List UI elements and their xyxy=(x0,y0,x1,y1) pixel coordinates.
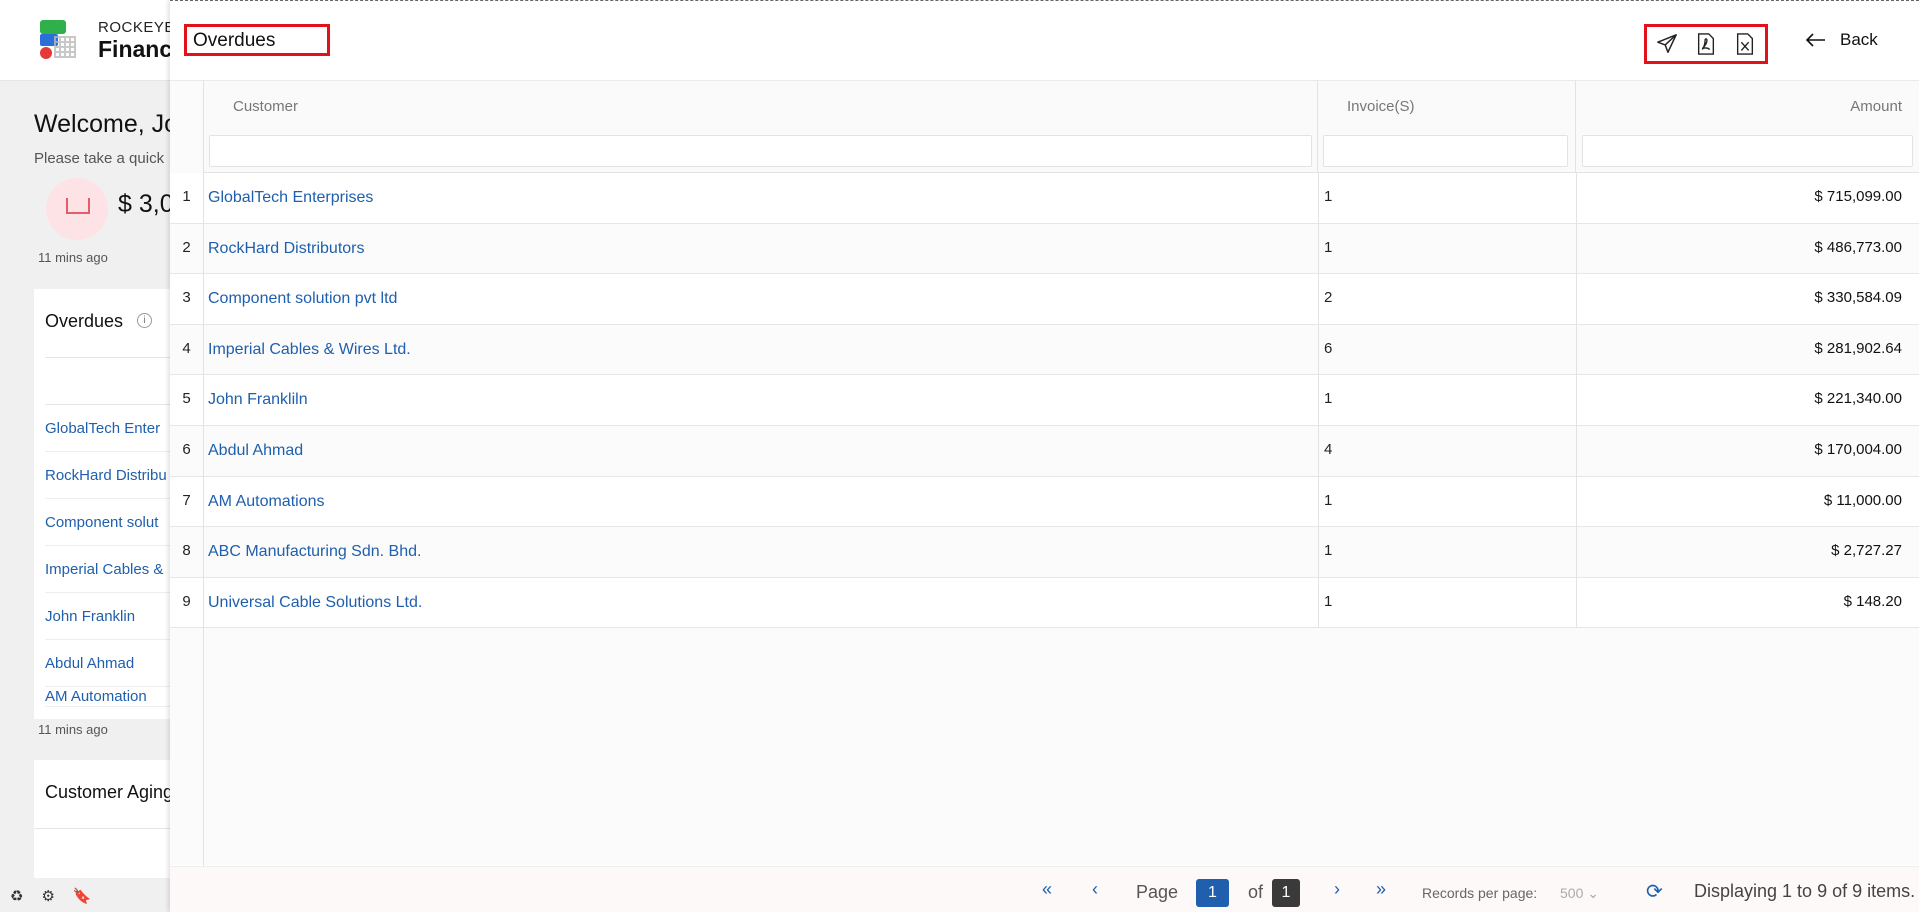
welcome-subtitle: Please take a quick xyxy=(34,150,165,167)
amount-value: $ 281,902.64 xyxy=(1814,339,1902,357)
amount-value: $ 221,340.00 xyxy=(1814,390,1902,408)
row-number: 3 xyxy=(170,274,204,324)
table-row: 8 ABC Manufacturing Sdn. Bhd. 1 $ 2,727.27 xyxy=(170,527,1919,578)
table-row: 1 GlobalTech Enterprises 1 $ 715,099.00 xyxy=(170,173,1919,224)
invoice-count: 1 xyxy=(1324,188,1333,205)
customer-link[interactable]: Imperial Cables & Wires Ltd. xyxy=(208,325,411,375)
row-number: 9 xyxy=(170,577,204,628)
grid-body: 1 GlobalTech Enterprises 1 $ 715,099.00 2 Ro… xyxy=(170,173,1919,629)
amount-value: $ 486,773.00 xyxy=(1814,238,1902,256)
invoice-count: 1 xyxy=(1324,491,1333,509)
table-row: 2 RockHard Distributors 1 $ 486,773.00 xyxy=(170,223,1919,275)
bookmark-icon[interactable]: 🔖 xyxy=(73,887,92,905)
last-page-icon[interactable]: » xyxy=(1376,879,1386,900)
invoice-count: 6 xyxy=(1324,339,1333,357)
invoice-count: 1 xyxy=(1324,542,1333,560)
page-label: Page xyxy=(1136,882,1179,902)
summary-amount: $ 3,0 xyxy=(118,190,174,218)
recycle-icon[interactable]: ♻ xyxy=(10,887,23,905)
amount-value: $ 11,000.00 xyxy=(1823,491,1902,509)
customer-link[interactable]: Component solution pvt ltd xyxy=(208,274,397,324)
bottom-toolbar: ♻ ⚙ 🔖 xyxy=(10,887,92,905)
customer-link[interactable]: RockHard Distributors xyxy=(208,224,364,274)
amount-value: $ 2,727.27 xyxy=(1831,542,1902,560)
column-customer-label: Customer xyxy=(233,98,299,115)
prev-page-icon[interactable]: ‹ xyxy=(1092,879,1098,900)
refresh-icon[interactable]: ⟳ xyxy=(1646,879,1663,904)
display-summary: Displaying 1 to 9 of 9 items. xyxy=(1694,881,1916,901)
overdues-card-title: Overdues xyxy=(45,311,124,331)
table-row: 5 John Frankliln 1 $ 221,340.00 xyxy=(170,375,1919,426)
app-logo xyxy=(38,20,78,60)
row-number: 7 xyxy=(170,476,204,527)
column-customer[interactable]: Customer xyxy=(204,81,1318,173)
row-number: 2 xyxy=(170,223,204,274)
of-label: of xyxy=(1248,882,1264,902)
row-number: 8 xyxy=(170,527,204,577)
customer-link[interactable]: ABC Manufacturing Sdn. Bhd. xyxy=(208,527,421,577)
column-invoices[interactable]: Invoice(S) xyxy=(1318,81,1576,173)
total-pages: 1 xyxy=(1272,879,1300,907)
invoices-filter-input[interactable] xyxy=(1323,135,1568,167)
customer-link[interactable]: John Frankliln xyxy=(208,375,308,425)
updated-time: 11 mins ago xyxy=(38,250,108,265)
amount-value: $ 148.20 xyxy=(1843,592,1902,610)
amount-value: $ 330,584.09 xyxy=(1814,289,1902,307)
row-number: 5 xyxy=(170,375,204,425)
arrow-left-icon xyxy=(1806,33,1825,47)
amount-value: $ 170,004.00 xyxy=(1814,440,1902,458)
records-per-page-label: Records per page: xyxy=(1422,885,1538,901)
export-actions xyxy=(1644,24,1768,64)
pagination-bar: « ‹ Page 1 of 1 › » Records per page: 50… xyxy=(170,866,1919,912)
invoice-icon xyxy=(46,178,108,240)
overdues-grid: Customer Invoice(S) Amount 1 GlobalTech E… xyxy=(170,80,1919,866)
table-row: 9 Universal Cable Solutions Ltd. 1 $ 148.20 xyxy=(170,577,1919,629)
welcome-heading: Welcome, Jo xyxy=(34,110,179,138)
customer-aging-title: Customer Aging xyxy=(45,782,174,802)
pdf-icon[interactable] xyxy=(1693,31,1719,57)
records-per-page-select[interactable]: 500 ⌄ xyxy=(1560,885,1599,902)
customer-filter-input[interactable] xyxy=(209,135,1312,167)
table-row: 7 AM Automations 1 $ 11,000.00 xyxy=(170,476,1919,528)
invoice-count: 2 xyxy=(1324,289,1333,307)
column-amount-label: Amount xyxy=(1850,98,1902,115)
info-icon[interactable]: i xyxy=(137,313,152,328)
excel-icon[interactable] xyxy=(1732,31,1758,57)
panel-title: Overdues xyxy=(184,24,330,56)
first-page-icon[interactable]: « xyxy=(1042,879,1052,900)
updated-time-2: 11 mins ago xyxy=(38,722,108,737)
current-page[interactable]: 1 xyxy=(1196,879,1229,907)
row-number: 6 xyxy=(170,425,204,476)
row-number: 4 xyxy=(170,324,204,375)
next-page-icon[interactable]: › xyxy=(1334,879,1340,900)
invoice-count: 1 xyxy=(1324,238,1333,256)
amount-filter-input[interactable] xyxy=(1582,135,1913,167)
settings-icon[interactable]: ⚙ xyxy=(41,887,54,905)
brand-name: ROCKEYE xyxy=(98,19,175,36)
grid-header: Customer Invoice(S) Amount xyxy=(204,81,1919,173)
table-row: 6 Abdul Ahmad 4 $ 170,004.00 xyxy=(170,425,1919,477)
customer-link[interactable]: AM Automations xyxy=(208,477,325,527)
back-label: Back xyxy=(1840,30,1878,49)
brand-product: Financ xyxy=(98,36,173,62)
back-button[interactable]: Back xyxy=(1806,30,1878,50)
table-row: 4 Imperial Cables & Wires Ltd. 6 $ 281,902.… xyxy=(170,324,1919,376)
customer-link[interactable]: Universal Cable Solutions Ltd. xyxy=(208,578,422,628)
column-invoices-label: Invoice(S) xyxy=(1347,98,1415,115)
customer-link[interactable]: Abdul Ahmad xyxy=(208,426,303,476)
invoice-count: 1 xyxy=(1324,592,1333,610)
invoice-count: 4 xyxy=(1324,440,1333,458)
row-number: 1 xyxy=(170,173,204,223)
customer-link[interactable]: GlobalTech Enterprises xyxy=(208,173,373,223)
invoice-count: 1 xyxy=(1324,390,1333,408)
overdues-panel: Overdues Back Customer Invoice(S) Amount… xyxy=(170,0,1919,912)
column-amount[interactable]: Amount xyxy=(1576,81,1919,173)
amount-value: $ 715,099.00 xyxy=(1814,188,1902,205)
table-row: 3 Component solution pvt ltd 2 $ 330,584.09 xyxy=(170,274,1919,325)
send-icon[interactable] xyxy=(1654,31,1680,57)
